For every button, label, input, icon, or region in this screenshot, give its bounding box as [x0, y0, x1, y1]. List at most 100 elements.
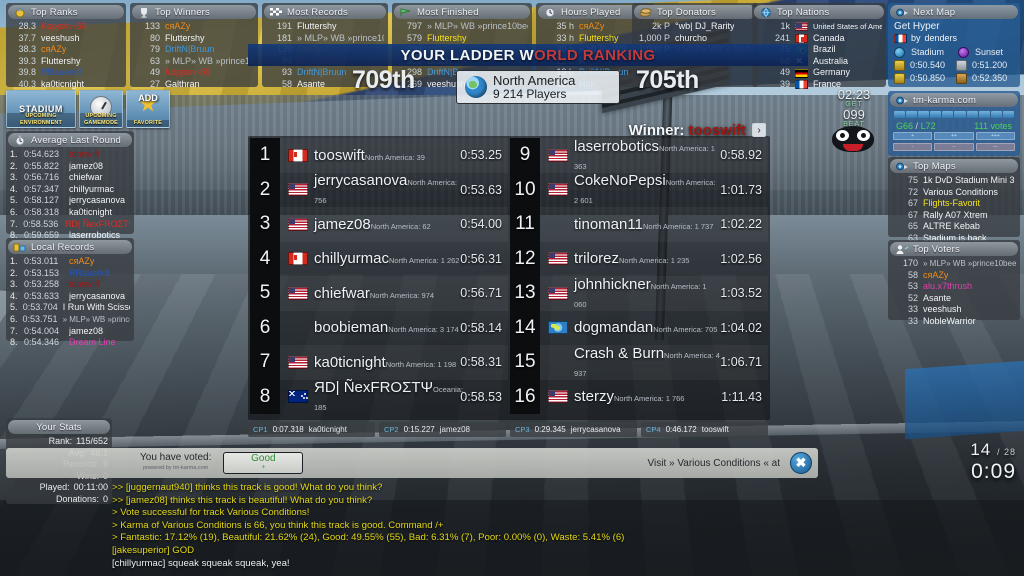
row-value: 35 h	[556, 21, 574, 31]
panel-title-text: Top Ranks	[31, 6, 78, 18]
panel-top-voters[interactable]: Top Voters 170 » MLP» WB »prince10bee 58 c…	[888, 240, 1020, 326]
list-item: 241 Canada	[756, 33, 882, 45]
checkpoint-time: 0:07.318	[272, 425, 304, 434]
row-time: 0:58.318	[24, 206, 60, 217]
row-name: Fluttershy	[165, 32, 205, 43]
table-row[interactable]: 7 ka0ticnightNorth America: 1 198 0:58.31	[250, 345, 508, 380]
panel-title: Next Map	[890, 5, 1018, 19]
rank: 1	[250, 138, 280, 173]
row-value: 58	[281, 78, 292, 89]
player-name: laserrobotics	[574, 137, 660, 155]
flag-icon-us	[548, 148, 568, 162]
upcoming-gamemode-button[interactable]: UPCOMING GAMEMODE	[79, 90, 123, 128]
checkpoint-item: CP3 0:29.345 jerrycasanova	[510, 422, 637, 437]
table-row[interactable]: 5 chiefwarNorth America: 974 0:56.71	[250, 276, 508, 311]
visit-text[interactable]: Visit » Various Conditions « at	[648, 458, 780, 469]
finish-icon	[400, 7, 411, 16]
rank-text: 6	[259, 316, 271, 338]
player-name: dogmandan	[574, 319, 654, 337]
table-row[interactable]: 8 ЯD| ÑexFROΣTΨOceania: 185 0:58.53	[250, 379, 508, 414]
row-name: jerrycasanova	[69, 195, 126, 206]
row-time: 0:56.716	[24, 172, 60, 183]
list-item: 1. 0:54.623 tooswift	[10, 149, 130, 161]
vote-minus-button[interactable]: -	[893, 143, 933, 151]
table-row[interactable]: 10 CokeNoPepsiNorth America: 2 601 1:01.73	[510, 172, 768, 207]
panel-next-map[interactable]: Next Map Get Hyper by denders Stadium Su…	[888, 3, 1020, 87]
panel-karma[interactable]: tm-karma.com G66 / L72 111 votes + ++ ++…	[888, 91, 1020, 156]
coins-icon	[639, 7, 652, 17]
table-row[interactable]: 14 dogmandanNorth America: 705 1:04.02	[510, 310, 768, 345]
row-value: 2k P	[651, 21, 670, 31]
player-time: 1:06.71	[720, 355, 762, 370]
list-item: 579 Fluttershy	[396, 33, 528, 45]
graph-bar	[1002, 111, 1014, 118]
rank: 13	[510, 276, 540, 311]
player-time: 1:01.73	[720, 182, 762, 197]
table-row[interactable]: 4 chillyurmacNorth America: 1 262 0:56.31	[250, 241, 508, 276]
row-value: 1k	[780, 21, 790, 31]
row-value: 28.3	[18, 21, 36, 31]
checkpoint-item: CP4 0:46.172 tooswift	[641, 422, 768, 437]
close-icon[interactable]: ✖	[790, 452, 812, 474]
row-name: Fluttershy	[297, 21, 337, 31]
table-row[interactable]: 3 jamez08North America: 62 0:54.00	[250, 207, 508, 242]
lap-counter: 14 / 28	[970, 440, 1016, 460]
row-name: ka0ticnight	[41, 78, 85, 89]
race-clock: 0:09	[971, 460, 1016, 483]
table-row[interactable]: 16 sterzyNorth America: 1 766 1:11.43	[510, 379, 768, 414]
environment-label: Stadium	[911, 47, 945, 58]
flag-icon-us	[548, 252, 568, 266]
row-time: 0:57.347	[24, 183, 60, 194]
clock-icon	[545, 7, 555, 17]
list-item: 38.3 cяAZy	[10, 44, 122, 56]
table-row[interactable]: 11 tinoman11North America: 1 737 1:02.22	[510, 207, 768, 242]
player-time: 1:02.22	[720, 217, 762, 232]
vote-minusminus-button[interactable]: --	[934, 143, 974, 151]
vote-minusminusminus-button[interactable]: ---	[975, 143, 1015, 151]
table-row[interactable]: 2 jerrycasanovaNorth America: 756 0:53.63	[250, 172, 508, 207]
vote-plusplus-button[interactable]: ++	[934, 132, 974, 140]
upcoming-environment-button[interactable]: STADIUM UPCOMING ENVIRONMENT	[6, 90, 76, 128]
panel-local-records[interactable]: Local Records 1. 0:53.011 cяAZy 2. 0:53.153…	[6, 238, 134, 347]
add-favorite-button[interactable]: ADD FAVORITE	[126, 90, 170, 128]
row-value: 39	[779, 78, 790, 89]
player-zone: North America: 1 198	[385, 359, 457, 369]
table-row[interactable]: 12 trilorezNorth America: 1 235 1:02.56	[510, 241, 768, 276]
table-row[interactable]: 13 johnhicknerNorth America: 1 060 1:03.52	[510, 276, 768, 311]
player-name: tooswift	[314, 146, 365, 164]
row-pos: 5.	[10, 195, 18, 206]
player-name: ЯD| ÑexFROΣTΨ	[314, 379, 434, 397]
row-value: 170	[902, 258, 918, 268]
mood-label: Sunset	[975, 47, 1004, 58]
next-page-button[interactable]: ›	[752, 123, 766, 137]
karma-local: L72	[920, 121, 936, 131]
panel-top-maps[interactable]: Top Maps 75 1k DvD Stadium Mini 3 72 Vario…	[888, 157, 1020, 243]
table-row[interactable]: 15 Crash & BurnNorth America: 4 937 1:06.7…	[510, 345, 768, 380]
list-item: 49 Germany	[756, 67, 882, 79]
graph-bar	[918, 111, 930, 118]
panel-top-ranks[interactable]: Top Ranks 28.3 Kopjoin~59 37.7 veeshush 38…	[6, 3, 126, 89]
voter-icon	[896, 244, 909, 254]
vote-plus-button[interactable]: +	[893, 132, 933, 140]
vote-plusplusplus-button[interactable]: +++	[975, 132, 1015, 140]
current-vote-button[interactable]: Good +	[223, 452, 304, 474]
row-value: 40.3	[18, 78, 36, 89]
row-name: tooswift	[69, 279, 100, 290]
row-pos: 6.	[10, 206, 18, 217]
panel-average-last-round[interactable]: Average Last Round 1. 0:54.623 tooswift 2.…	[6, 131, 134, 240]
checkpoint-player: tooswift	[701, 425, 729, 434]
row-name: Germany	[813, 67, 851, 78]
table-row[interactable]: 6 boobiemanNorth America: 3 174 0:58.14	[250, 310, 508, 345]
row-name: cяAZy	[165, 21, 191, 31]
table-row[interactable]: 1 tooswiftNorth America: 39 0:53.25	[250, 138, 508, 173]
banner-prefix: YOUR LADDER W	[400, 46, 535, 64]
environment-icon	[894, 46, 905, 58]
row-name: Galthran	[165, 78, 200, 89]
player-time: 1:02.56	[720, 251, 762, 266]
player-name: sterzy	[574, 388, 615, 406]
list-item: 33 NobleWarrior	[892, 316, 1016, 328]
table-row[interactable]: 9 laserroboticsNorth America: 1 363 0:58.9…	[510, 138, 768, 173]
flag-icon-fr	[894, 34, 907, 44]
panel-top-winners[interactable]: Top Winners 133 cяAZy 80 Fluttershy 79 Drif…	[130, 3, 258, 89]
flag-icon-us	[548, 390, 568, 404]
